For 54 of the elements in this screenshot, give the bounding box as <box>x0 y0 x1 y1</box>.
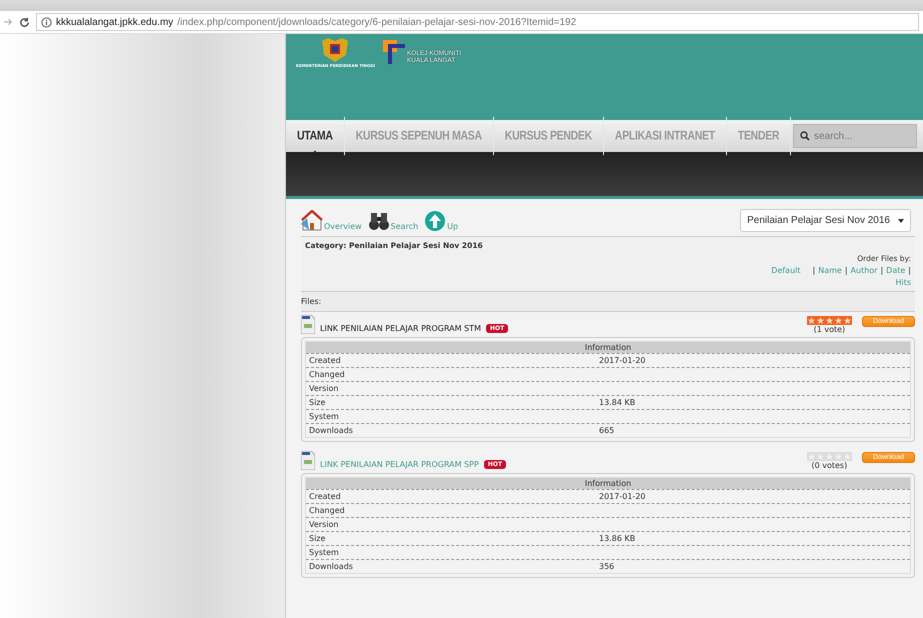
star-icon <box>816 316 825 324</box>
address-field[interactable]: kkkualalangat.jpkk.edu.my /index.php/component/jdownloads/category/6-penilaian-pelajar-sesi-nov-2016?Itemid=192 <box>36 13 919 31</box>
star-icon <box>806 316 816 324</box>
info-value: 13.86 KB <box>599 534 636 543</box>
toolbar-link[interactable]: Up <box>447 222 458 231</box>
info-label: Version <box>308 520 340 529</box>
info-label: Size <box>308 398 326 407</box>
info-label: System <box>308 412 340 421</box>
info-label: Size <box>308 534 326 543</box>
file-title-link[interactable]: LINK PENILAIAN PELAJAR PROGRAM SPP <box>320 460 479 469</box>
reload-icon[interactable] <box>19 16 30 28</box>
info-label: Downloads <box>308 562 354 571</box>
info-value: 665 <box>599 426 614 435</box>
info-header: Information <box>306 478 910 489</box>
info-label: Changed <box>308 506 346 515</box>
college-logo-icon <box>382 40 405 64</box>
info-label: Created <box>308 356 342 365</box>
files-label: Files: <box>301 292 915 312</box>
info-label: Changed <box>308 370 346 379</box>
sort-link[interactable]: Author <box>850 266 878 275</box>
vote-count: (0 votes) <box>811 460 848 470</box>
sort-link[interactable]: Default <box>771 266 801 275</box>
info-label: Created <box>308 492 342 501</box>
separator-text: | <box>812 266 816 275</box>
star-icon <box>824 316 834 324</box>
sort-link[interactable]: Hits <box>895 278 911 287</box>
star-icon <box>834 316 843 324</box>
info-value: 13.84 KB <box>599 398 636 407</box>
caret-icon <box>898 218 904 222</box>
search-field[interactable]: search... <box>793 124 917 148</box>
house-icon <box>301 210 323 231</box>
search-icon <box>800 131 810 141</box>
info-header: Information <box>306 342 910 353</box>
info-label: Downloads <box>308 426 354 435</box>
toolbar-link[interactable]: Search <box>390 222 418 231</box>
info-label: Version <box>308 384 340 393</box>
file-title-link[interactable]: LINK PENILAIAN PELAJAR PROGRAM STM <box>320 324 481 333</box>
toolbar-link[interactable]: Overview <box>324 222 362 231</box>
star-icon <box>842 316 852 324</box>
separator-text: | <box>844 266 848 275</box>
binoculars-icon <box>368 210 390 231</box>
document-icon <box>301 315 315 334</box>
sort-link[interactable]: Date <box>886 266 906 275</box>
document-icon <box>301 451 315 470</box>
info-value: 356 <box>599 562 614 571</box>
sort-link[interactable]: Name <box>818 266 842 275</box>
category-dropdown[interactable]: Penilaian Pelajar Sesi Nov 2016 <box>740 209 911 232</box>
separator-text: | <box>908 266 911 275</box>
info-label: System <box>308 548 340 557</box>
vote-count: (1 vote) <box>814 324 846 334</box>
separator-text: | <box>880 266 884 275</box>
info-icon <box>41 16 52 28</box>
info-value: 2017-01-20 <box>599 356 646 365</box>
info-value: 2017-01-20 <box>599 492 646 501</box>
